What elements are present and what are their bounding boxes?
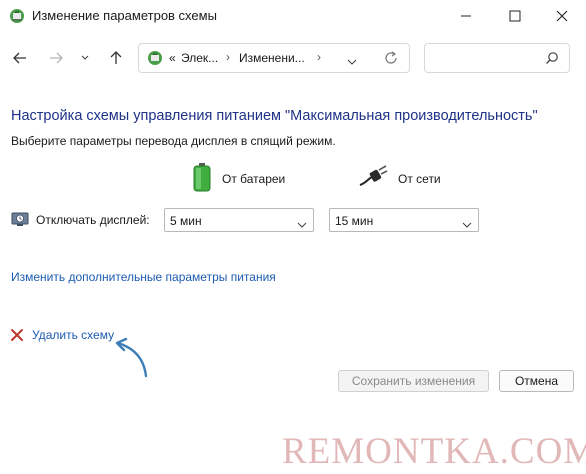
breadcrumb-item[interactable]: Изменени...	[239, 51, 305, 65]
forward-button[interactable]	[46, 48, 66, 68]
refresh-icon	[385, 51, 397, 64]
display-timeout-plugged-select[interactable]: 15 мин	[329, 208, 479, 232]
minimize-button[interactable]	[446, 0, 486, 32]
maximize-button[interactable]	[495, 0, 535, 32]
chevron-down-icon	[347, 59, 357, 65]
watermark: REMONTKA.COM	[282, 431, 586, 472]
minimize-icon	[461, 15, 471, 17]
display-sleep-icon	[11, 210, 29, 228]
power-plan-window: Изменение параметров схемы « Элек... › И…	[0, 0, 586, 474]
recent-locations-button[interactable]	[78, 48, 92, 68]
advanced-power-settings-link[interactable]: Изменить дополнительные параметры питани…	[11, 270, 276, 284]
breadcrumb-separator-icon: ›	[226, 50, 230, 64]
page-title: Настройка схемы управления питанием "Мак…	[11, 108, 538, 124]
search-icon	[545, 51, 559, 70]
breadcrumb-prefix: «	[169, 51, 176, 65]
chevron-down-icon	[462, 216, 472, 234]
breadcrumb-separator-icon: ›	[317, 50, 321, 64]
cancel-button[interactable]: Отмена	[499, 370, 574, 392]
address-bar[interactable]: « Элек... › Изменени... ›	[138, 43, 410, 73]
annotation-arrow	[112, 336, 152, 385]
arrow-left-icon	[13, 52, 26, 64]
save-changes-button[interactable]: Сохранить изменения	[338, 370, 489, 392]
selected-value: 15 мин	[335, 214, 374, 228]
arrow-right-icon	[50, 52, 63, 64]
breadcrumb-item[interactable]: Элек...	[181, 51, 218, 65]
search-input[interactable]	[424, 43, 570, 73]
arrow-up-icon	[110, 51, 122, 64]
battery-icon	[192, 162, 212, 197]
delete-icon	[10, 328, 24, 347]
address-history-dropdown[interactable]	[347, 53, 357, 71]
plugged-column-label: От сети	[398, 172, 441, 186]
display-timeout-label: Отключать дисплей:	[36, 213, 150, 227]
chevron-down-icon	[297, 216, 307, 234]
delete-plan-link[interactable]: Удалить схему	[32, 328, 114, 342]
navigation-bar: « Элек... › Изменени... ›	[0, 40, 586, 76]
plugged-column-header: От сети	[358, 164, 441, 194]
maximize-icon	[509, 10, 521, 22]
window-title: Изменение параметров схемы	[32, 8, 217, 23]
back-button[interactable]	[10, 48, 30, 68]
control-panel-icon	[147, 50, 163, 66]
power-plug-icon	[358, 164, 388, 194]
chevron-down-icon	[81, 55, 89, 60]
title-bar: Изменение параметров схемы	[0, 0, 586, 32]
close-icon	[556, 10, 568, 22]
refresh-button[interactable]	[383, 50, 399, 71]
close-button[interactable]	[542, 0, 582, 32]
display-timeout-battery-select[interactable]: 5 мин	[164, 208, 314, 232]
power-options-icon	[9, 8, 25, 24]
selected-value: 5 мин	[170, 214, 202, 228]
battery-column-header: От батареи	[192, 162, 286, 197]
battery-column-label: От батареи	[222, 172, 286, 186]
up-button[interactable]	[106, 48, 126, 68]
page-description: Выберите параметры перевода дисплея в сп…	[11, 134, 336, 148]
